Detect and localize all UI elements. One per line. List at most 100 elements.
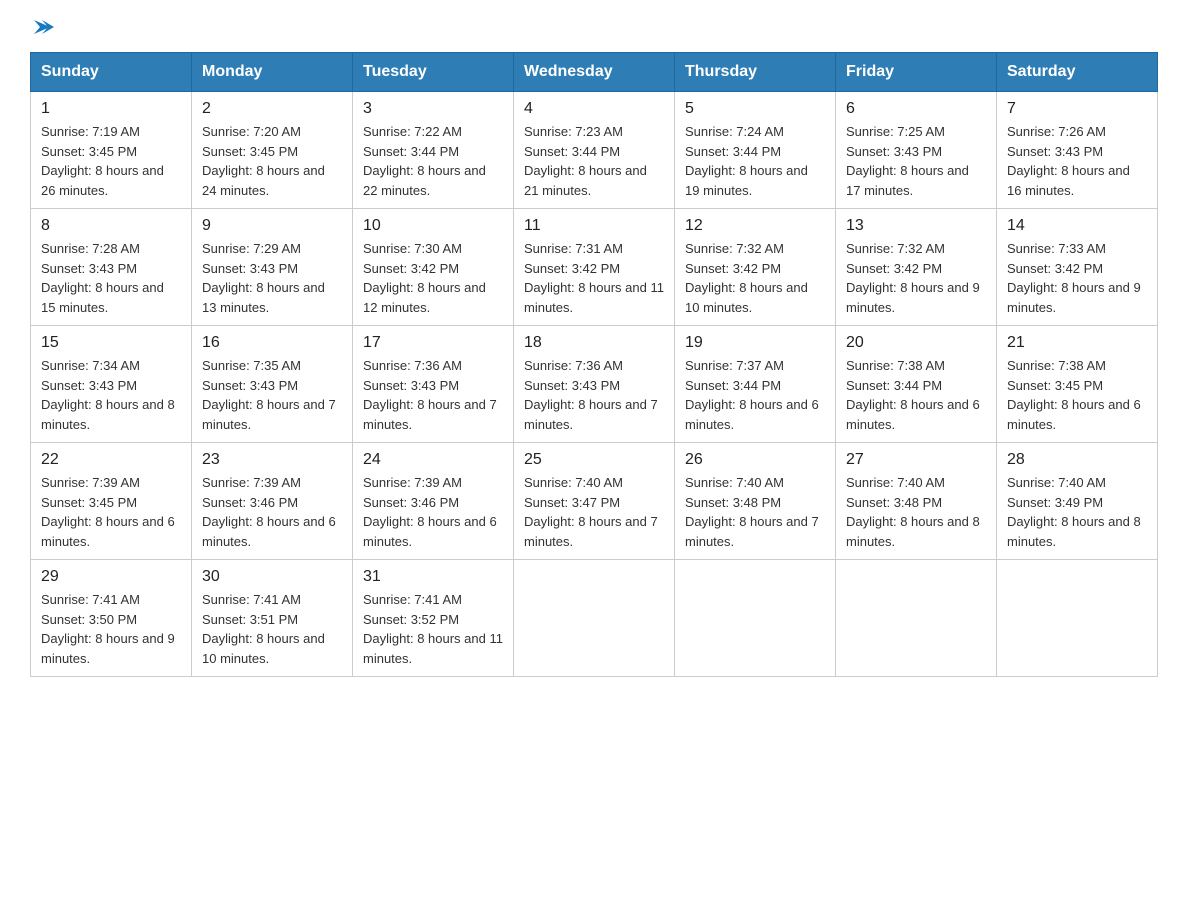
day-info: Sunrise: 7:32 AMSunset: 3:42 PMDaylight:… (846, 239, 986, 317)
day-number: 14 (1007, 217, 1147, 235)
day-info: Sunrise: 7:36 AMSunset: 3:43 PMDaylight:… (524, 356, 664, 434)
calendar-cell: 5 Sunrise: 7:24 AMSunset: 3:44 PMDayligh… (675, 92, 836, 209)
day-number: 11 (524, 217, 664, 235)
day-number: 7 (1007, 100, 1147, 118)
day-info: Sunrise: 7:28 AMSunset: 3:43 PMDaylight:… (41, 239, 181, 317)
day-number: 13 (846, 217, 986, 235)
day-info: Sunrise: 7:40 AMSunset: 3:47 PMDaylight:… (524, 473, 664, 551)
day-info: Sunrise: 7:25 AMSunset: 3:43 PMDaylight:… (846, 122, 986, 200)
day-info: Sunrise: 7:38 AMSunset: 3:44 PMDaylight:… (846, 356, 986, 434)
calendar-cell: 24 Sunrise: 7:39 AMSunset: 3:46 PMDaylig… (353, 443, 514, 560)
calendar-cell: 20 Sunrise: 7:38 AMSunset: 3:44 PMDaylig… (836, 326, 997, 443)
weekday-header-thursday: Thursday (675, 53, 836, 92)
week-row-5: 29 Sunrise: 7:41 AMSunset: 3:50 PMDaylig… (31, 560, 1158, 677)
day-number: 31 (363, 568, 503, 586)
calendar-cell: 11 Sunrise: 7:31 AMSunset: 3:42 PMDaylig… (514, 209, 675, 326)
day-info: Sunrise: 7:40 AMSunset: 3:48 PMDaylight:… (846, 473, 986, 551)
day-number: 17 (363, 334, 503, 352)
day-number: 23 (202, 451, 342, 469)
day-info: Sunrise: 7:26 AMSunset: 3:43 PMDaylight:… (1007, 122, 1147, 200)
day-number: 20 (846, 334, 986, 352)
day-info: Sunrise: 7:41 AMSunset: 3:51 PMDaylight:… (202, 590, 342, 668)
day-info: Sunrise: 7:31 AMSunset: 3:42 PMDaylight:… (524, 239, 664, 317)
day-number: 22 (41, 451, 181, 469)
day-info: Sunrise: 7:24 AMSunset: 3:44 PMDaylight:… (685, 122, 825, 200)
calendar-cell: 12 Sunrise: 7:32 AMSunset: 3:42 PMDaylig… (675, 209, 836, 326)
calendar-cell: 7 Sunrise: 7:26 AMSunset: 3:43 PMDayligh… (997, 92, 1158, 209)
day-info: Sunrise: 7:39 AMSunset: 3:46 PMDaylight:… (363, 473, 503, 551)
day-info: Sunrise: 7:23 AMSunset: 3:44 PMDaylight:… (524, 122, 664, 200)
day-number: 4 (524, 100, 664, 118)
weekday-header-saturday: Saturday (997, 53, 1158, 92)
week-row-1: 1 Sunrise: 7:19 AMSunset: 3:45 PMDayligh… (31, 92, 1158, 209)
weekday-header-tuesday: Tuesday (353, 53, 514, 92)
day-info: Sunrise: 7:41 AMSunset: 3:52 PMDaylight:… (363, 590, 503, 668)
calendar-cell (514, 560, 675, 677)
day-number: 18 (524, 334, 664, 352)
page-header (30, 20, 1158, 34)
calendar-cell: 4 Sunrise: 7:23 AMSunset: 3:44 PMDayligh… (514, 92, 675, 209)
day-number: 3 (363, 100, 503, 118)
calendar-cell: 1 Sunrise: 7:19 AMSunset: 3:45 PMDayligh… (31, 92, 192, 209)
weekday-header-friday: Friday (836, 53, 997, 92)
calendar-cell (836, 560, 997, 677)
day-number: 19 (685, 334, 825, 352)
day-number: 29 (41, 568, 181, 586)
week-row-4: 22 Sunrise: 7:39 AMSunset: 3:45 PMDaylig… (31, 443, 1158, 560)
calendar-cell: 30 Sunrise: 7:41 AMSunset: 3:51 PMDaylig… (192, 560, 353, 677)
day-info: Sunrise: 7:39 AMSunset: 3:45 PMDaylight:… (41, 473, 181, 551)
calendar-cell: 21 Sunrise: 7:38 AMSunset: 3:45 PMDaylig… (997, 326, 1158, 443)
calendar-cell: 29 Sunrise: 7:41 AMSunset: 3:50 PMDaylig… (31, 560, 192, 677)
calendar-cell (997, 560, 1158, 677)
calendar-cell: 31 Sunrise: 7:41 AMSunset: 3:52 PMDaylig… (353, 560, 514, 677)
day-info: Sunrise: 7:34 AMSunset: 3:43 PMDaylight:… (41, 356, 181, 434)
day-info: Sunrise: 7:22 AMSunset: 3:44 PMDaylight:… (363, 122, 503, 200)
day-number: 30 (202, 568, 342, 586)
calendar-cell: 22 Sunrise: 7:39 AMSunset: 3:45 PMDaylig… (31, 443, 192, 560)
calendar-cell: 3 Sunrise: 7:22 AMSunset: 3:44 PMDayligh… (353, 92, 514, 209)
day-info: Sunrise: 7:29 AMSunset: 3:43 PMDaylight:… (202, 239, 342, 317)
day-info: Sunrise: 7:20 AMSunset: 3:45 PMDaylight:… (202, 122, 342, 200)
day-number: 16 (202, 334, 342, 352)
day-info: Sunrise: 7:35 AMSunset: 3:43 PMDaylight:… (202, 356, 342, 434)
calendar-cell: 26 Sunrise: 7:40 AMSunset: 3:48 PMDaylig… (675, 443, 836, 560)
day-number: 2 (202, 100, 342, 118)
day-number: 15 (41, 334, 181, 352)
calendar-cell: 17 Sunrise: 7:36 AMSunset: 3:43 PMDaylig… (353, 326, 514, 443)
day-info: Sunrise: 7:32 AMSunset: 3:42 PMDaylight:… (685, 239, 825, 317)
logo (30, 20, 54, 34)
day-number: 9 (202, 217, 342, 235)
calendar-table: SundayMondayTuesdayWednesdayThursdayFrid… (30, 52, 1158, 677)
week-row-2: 8 Sunrise: 7:28 AMSunset: 3:43 PMDayligh… (31, 209, 1158, 326)
calendar-cell: 8 Sunrise: 7:28 AMSunset: 3:43 PMDayligh… (31, 209, 192, 326)
day-number: 5 (685, 100, 825, 118)
calendar-cell: 10 Sunrise: 7:30 AMSunset: 3:42 PMDaylig… (353, 209, 514, 326)
calendar-cell: 25 Sunrise: 7:40 AMSunset: 3:47 PMDaylig… (514, 443, 675, 560)
weekday-header-wednesday: Wednesday (514, 53, 675, 92)
day-info: Sunrise: 7:19 AMSunset: 3:45 PMDaylight:… (41, 122, 181, 200)
day-number: 24 (363, 451, 503, 469)
calendar-cell: 18 Sunrise: 7:36 AMSunset: 3:43 PMDaylig… (514, 326, 675, 443)
day-number: 8 (41, 217, 181, 235)
day-info: Sunrise: 7:38 AMSunset: 3:45 PMDaylight:… (1007, 356, 1147, 434)
day-number: 21 (1007, 334, 1147, 352)
calendar-cell: 27 Sunrise: 7:40 AMSunset: 3:48 PMDaylig… (836, 443, 997, 560)
weekday-header-sunday: Sunday (31, 53, 192, 92)
calendar-header-row: SundayMondayTuesdayWednesdayThursdayFrid… (31, 53, 1158, 92)
day-number: 12 (685, 217, 825, 235)
calendar-cell: 23 Sunrise: 7:39 AMSunset: 3:46 PMDaylig… (192, 443, 353, 560)
day-info: Sunrise: 7:33 AMSunset: 3:42 PMDaylight:… (1007, 239, 1147, 317)
day-info: Sunrise: 7:40 AMSunset: 3:49 PMDaylight:… (1007, 473, 1147, 551)
day-info: Sunrise: 7:39 AMSunset: 3:46 PMDaylight:… (202, 473, 342, 551)
week-row-3: 15 Sunrise: 7:34 AMSunset: 3:43 PMDaylig… (31, 326, 1158, 443)
calendar-cell: 28 Sunrise: 7:40 AMSunset: 3:49 PMDaylig… (997, 443, 1158, 560)
calendar-cell: 15 Sunrise: 7:34 AMSunset: 3:43 PMDaylig… (31, 326, 192, 443)
calendar-cell: 6 Sunrise: 7:25 AMSunset: 3:43 PMDayligh… (836, 92, 997, 209)
day-number: 26 (685, 451, 825, 469)
calendar-cell: 13 Sunrise: 7:32 AMSunset: 3:42 PMDaylig… (836, 209, 997, 326)
day-info: Sunrise: 7:36 AMSunset: 3:43 PMDaylight:… (363, 356, 503, 434)
calendar-cell (675, 560, 836, 677)
day-number: 6 (846, 100, 986, 118)
day-number: 27 (846, 451, 986, 469)
calendar-cell: 19 Sunrise: 7:37 AMSunset: 3:44 PMDaylig… (675, 326, 836, 443)
